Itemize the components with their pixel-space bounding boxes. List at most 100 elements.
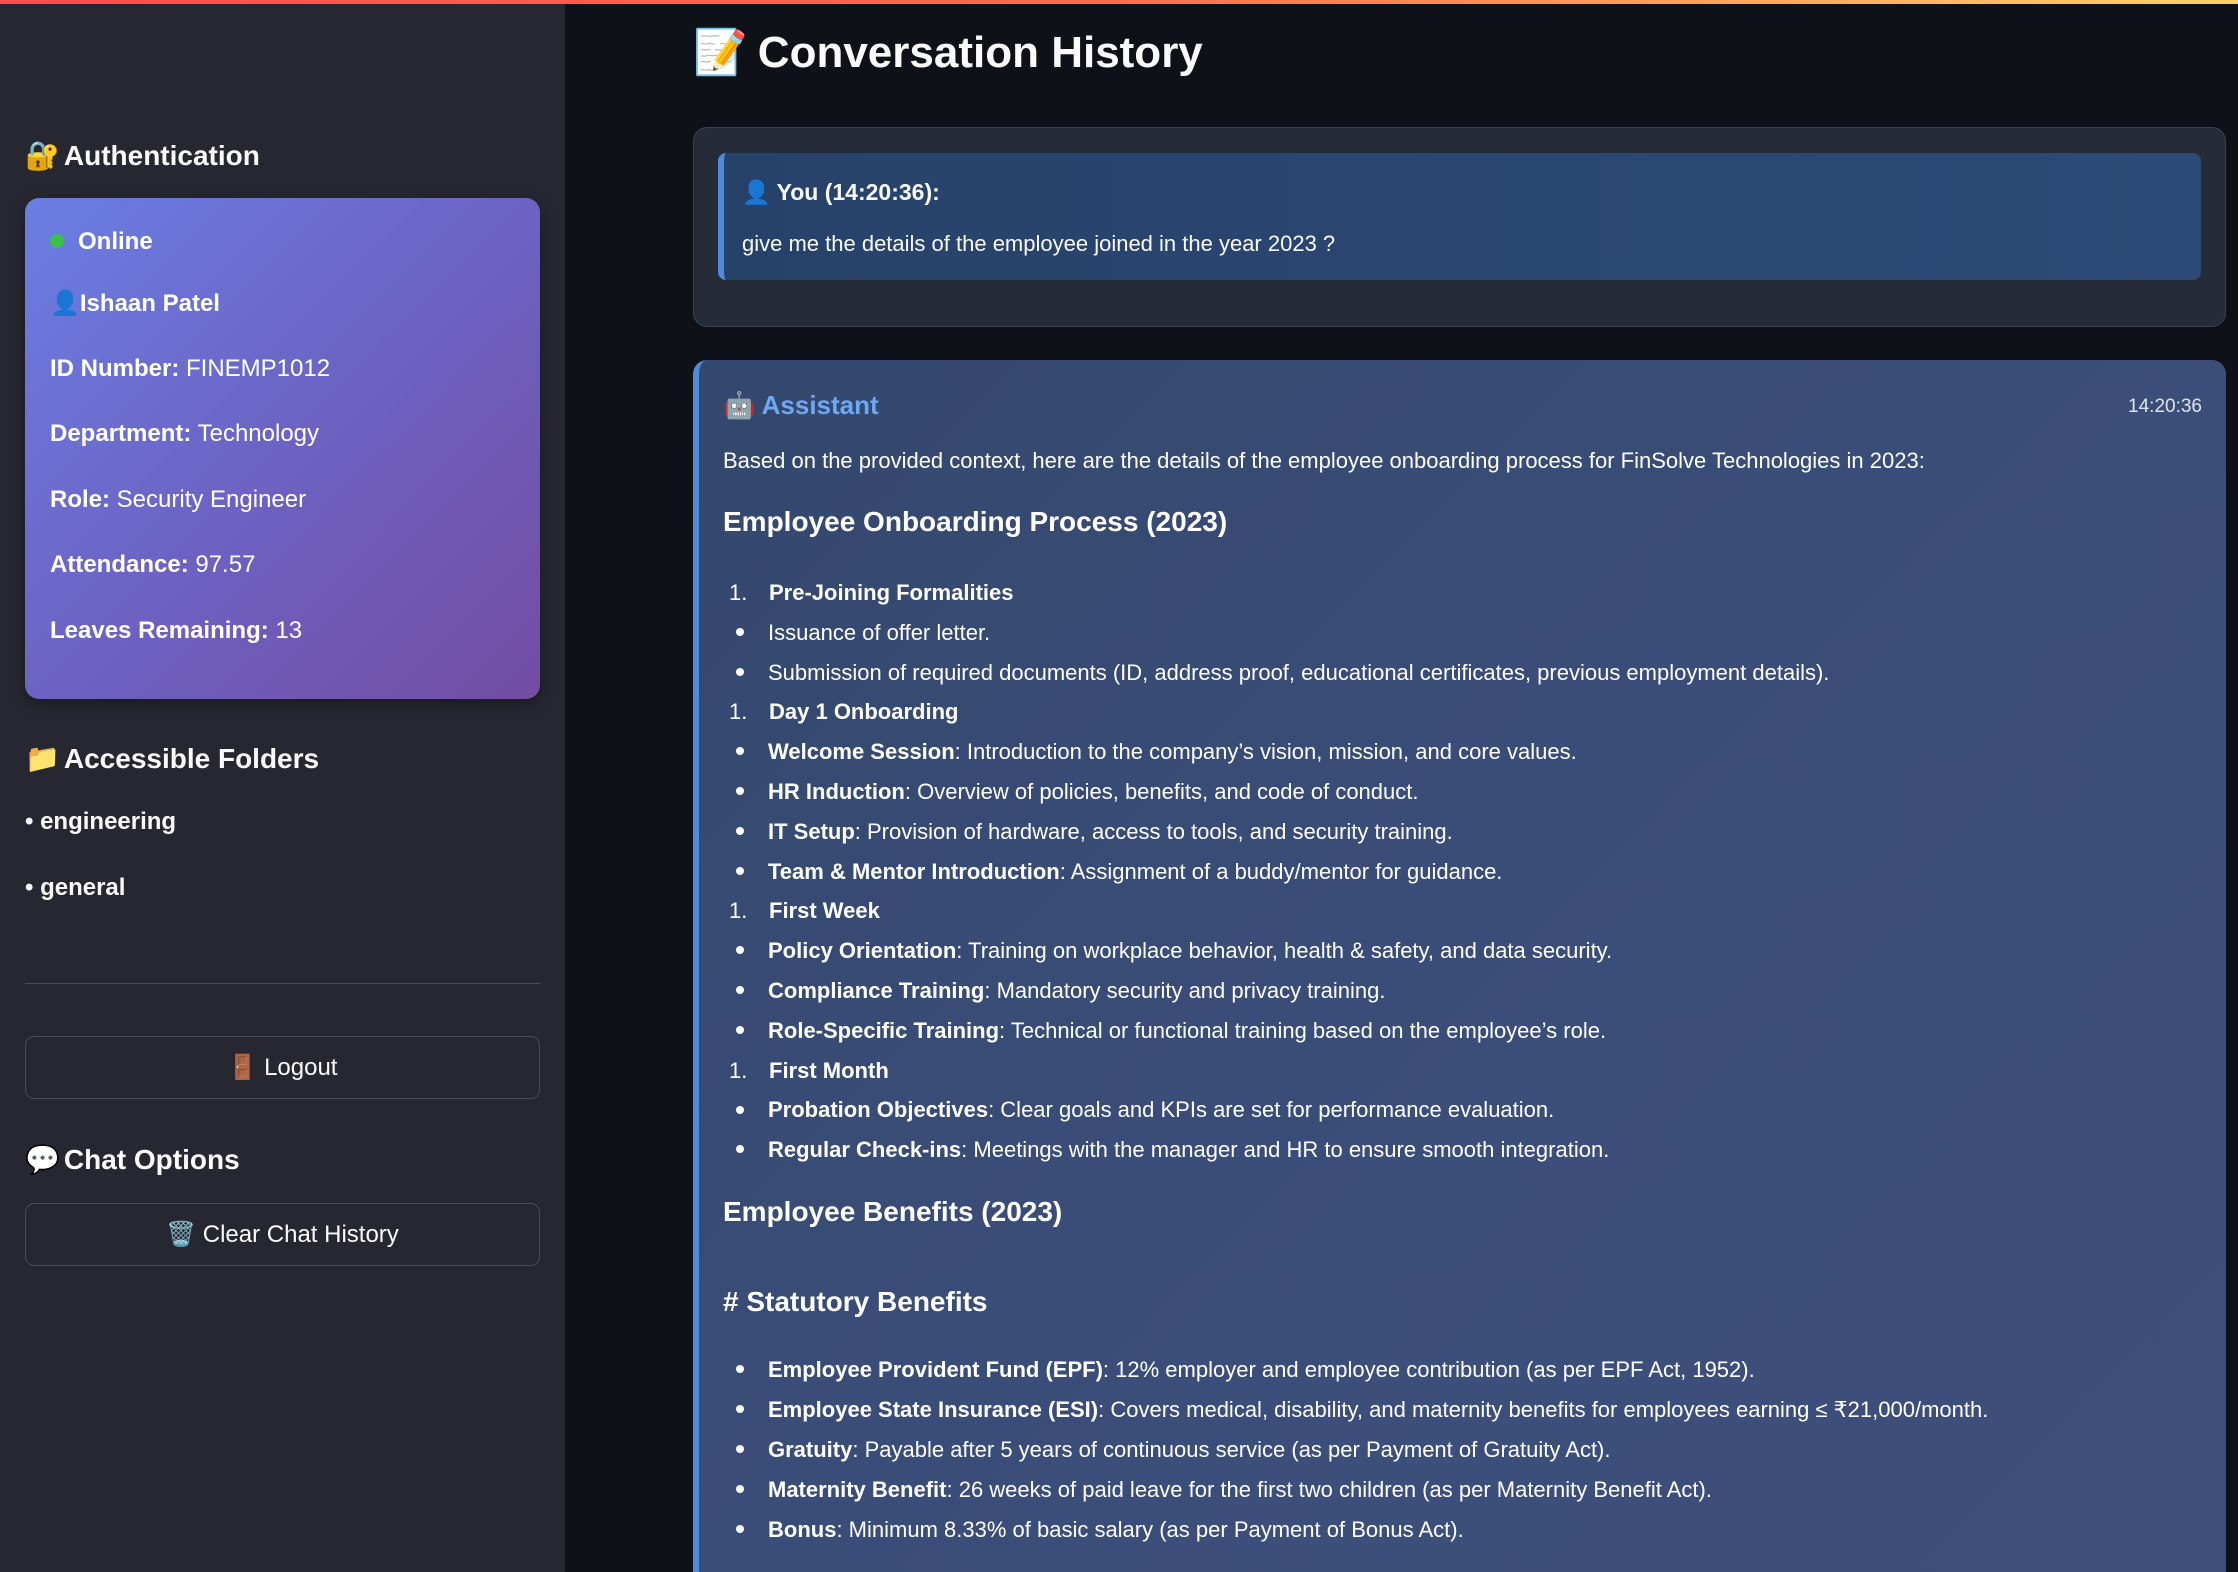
bullet-icon: [736, 986, 744, 995]
bullet-icon: [736, 1025, 744, 1034]
list-item-text: Submission of required documents (ID, ad…: [768, 659, 1830, 685]
user-message: 👤 You (14:20:36): give me the details of…: [718, 153, 2201, 280]
bullet-icon: [736, 1405, 744, 1414]
list-item-bold: Role-Specific Training: [768, 1017, 1000, 1043]
chat-options-heading-text: Chat Options: [63, 1144, 240, 1175]
list-item-text: : Meetings with the manager and HR to en…: [961, 1137, 1610, 1163]
bullet-list-item: HR Induction: Overview of policies, bene…: [729, 779, 1419, 805]
auth-heading: 🔐 Authentication: [25, 139, 260, 172]
field-id-number: ID Number: FINEMP1012: [50, 355, 330, 383]
section-heading-statutory: # Statutory Benefits: [723, 1286, 988, 1317]
logout-button[interactable]: 🚪 Logout: [25, 1036, 540, 1099]
bullet-list-item: Compliance Training: Mandatory security …: [729, 978, 1385, 1004]
bullet-list-item: Employee State Insurance (ESI): Covers m…: [729, 1397, 1988, 1423]
bullet-list-item: Submission of required documents (ID, ad…: [729, 660, 1829, 686]
section-heading-onboarding: Employee Onboarding Process (2023): [723, 506, 1228, 537]
online-status-icon: [50, 233, 64, 248]
field-attendance: Attendance: 97.57: [50, 551, 255, 579]
bullet-list-item: Policy Orientation: Training on workplac…: [729, 938, 1612, 964]
list-item-bold: Bonus: [768, 1517, 837, 1542]
bullet-list-item: Probation Objectives: Clear goals and KP…: [729, 1097, 1554, 1123]
bullet-icon: [736, 1365, 744, 1374]
list-item-bold: Maternity Benefit: [768, 1477, 947, 1502]
list-item-bold: Policy Orientation: [768, 938, 957, 964]
list-item-bold: Regular Check-ins: [768, 1137, 962, 1163]
list-item-bold: Gratuity: [768, 1437, 853, 1462]
assistant-timestamp: 14:20:36: [2128, 396, 2202, 417]
numbered-list-item: 1. First Month: [729, 1058, 889, 1084]
list-item-bold: Welcome Session: [768, 739, 955, 765]
list-item-text: : Clear goals and KPIs are set for perfo…: [988, 1097, 1555, 1123]
folders-heading: 📁 Accessible Folders: [25, 742, 319, 775]
speech-bubble-icon: 💬: [25, 1144, 60, 1175]
list-item-text: Issuance of offer letter.: [768, 619, 991, 645]
bullet-list-item: IT Setup: Provision of hardware, access …: [729, 819, 1453, 845]
sidebar: 🔐 Authentication Online 👤Ishaan Patel ID …: [0, 0, 565, 1572]
memo-icon: 📝: [693, 28, 748, 77]
field-label: Leaves Remaining:: [50, 617, 269, 644]
list-item-text: : Mandatory security and privacy trainin…: [984, 978, 1386, 1003]
list-item-text: : 12% employer and employee contribution…: [1102, 1357, 1755, 1382]
assistant-header: 🤖 Assistant: [723, 390, 879, 420]
bullet-icon: [736, 627, 744, 636]
list-number: 1.: [729, 699, 748, 725]
field-value: FINEMP1012: [186, 355, 331, 382]
list-item-bold: First Month: [769, 1057, 889, 1083]
folders-heading-text: Accessible Folders: [63, 743, 320, 774]
numbered-list-item: 1. Pre-Joining Formalities: [729, 580, 1014, 606]
page-title: 📝 Conversation History: [693, 26, 1203, 78]
bullet-list-item: Welcome Session: Introduction to the com…: [729, 739, 1577, 765]
field-leaves-remaining: Leaves Remaining: 13: [50, 617, 302, 645]
numbered-list-item: 1. First Week: [729, 898, 880, 924]
user-name-line: 👤Ishaan Patel: [50, 289, 220, 318]
status-text: Online: [78, 228, 153, 255]
list-item-text: : Covers medical, disability, and matern…: [1098, 1397, 1989, 1422]
list-item-bold: Day 1 Onboarding: [769, 699, 959, 725]
list-item-text: : Payable after 5 years of continuous se…: [852, 1437, 1611, 1462]
list-item-text: : Overview of policies, benefits, and co…: [904, 779, 1419, 804]
bullet-icon: [736, 667, 744, 676]
folder-icon: 📁: [25, 743, 60, 774]
list-item-bold: Probation Objectives: [768, 1097, 989, 1123]
user-message-container: 👤 You (14:20:36): give me the details of…: [693, 127, 2226, 327]
bullet-list-item: Bonus: Minimum 8.33% of basic salary (as…: [729, 1517, 1464, 1543]
list-item-text: : Assignment of a buddy/mentor for guida…: [1059, 858, 1503, 884]
clear-chat-history-button[interactable]: 🗑️ Clear Chat History: [25, 1203, 540, 1266]
list-item-text: : Technical or functional training based…: [999, 1017, 1607, 1043]
list-number: 1.: [729, 580, 748, 605]
field-role: Role: Security Engineer: [50, 486, 306, 514]
page-title-text: Conversation History: [757, 28, 1203, 77]
field-label: Attendance:: [50, 551, 189, 578]
bullet-icon: [736, 1445, 744, 1454]
bullet-list-item: Employee Provident Fund (EPF): 12% emplo…: [729, 1357, 1755, 1383]
list-number: 1.: [729, 1057, 748, 1083]
field-department: Department: Technology: [50, 420, 319, 448]
user-icon: 👤: [50, 290, 80, 317]
user-message-text: give me the details of the employee join…: [742, 231, 1336, 256]
numbered-list-item: 1. Day 1 Onboarding: [729, 699, 958, 725]
assistant-intro: Based on the provided context, here are …: [723, 448, 1925, 473]
field-value: Technology: [197, 420, 320, 447]
field-label: ID Number:: [50, 355, 180, 382]
top-decoration-bar: [0, 0, 2238, 4]
list-item-text: : Minimum 8.33% of basic salary (as per …: [836, 1517, 1464, 1542]
list-item-bold: First Week: [769, 898, 880, 924]
list-item-text: : Training on workplace behavior, health…: [956, 938, 1613, 964]
folder-item-engineering: • engineering: [25, 808, 177, 835]
user-name: Ishaan Patel: [79, 290, 220, 317]
bullet-list-item: Maternity Benefit: 26 weeks of paid leav…: [729, 1477, 1712, 1503]
status-line: Online: [50, 228, 153, 256]
field-value: 13: [275, 617, 303, 644]
bullet-icon: [736, 866, 744, 875]
bullet-icon: [736, 1485, 744, 1494]
list-item-bold: IT Setup: [768, 818, 855, 844]
bullet-icon: [736, 747, 744, 756]
assistant-message: 🤖 Assistant 14:20:36 Based on the provid…: [693, 360, 2226, 1572]
bullet-list-item: Regular Check-ins: Meetings with the man…: [729, 1137, 1609, 1163]
list-item-bold: Employee State Insurance (ESI): [768, 1397, 1099, 1422]
list-item-text: : Introduction to the company’s vision, …: [954, 739, 1577, 765]
auth-heading-text: Authentication: [63, 140, 260, 171]
bullet-icon: [736, 1525, 744, 1534]
field-label: Role:: [50, 486, 110, 513]
list-item-bold: HR Induction: [768, 779, 905, 804]
